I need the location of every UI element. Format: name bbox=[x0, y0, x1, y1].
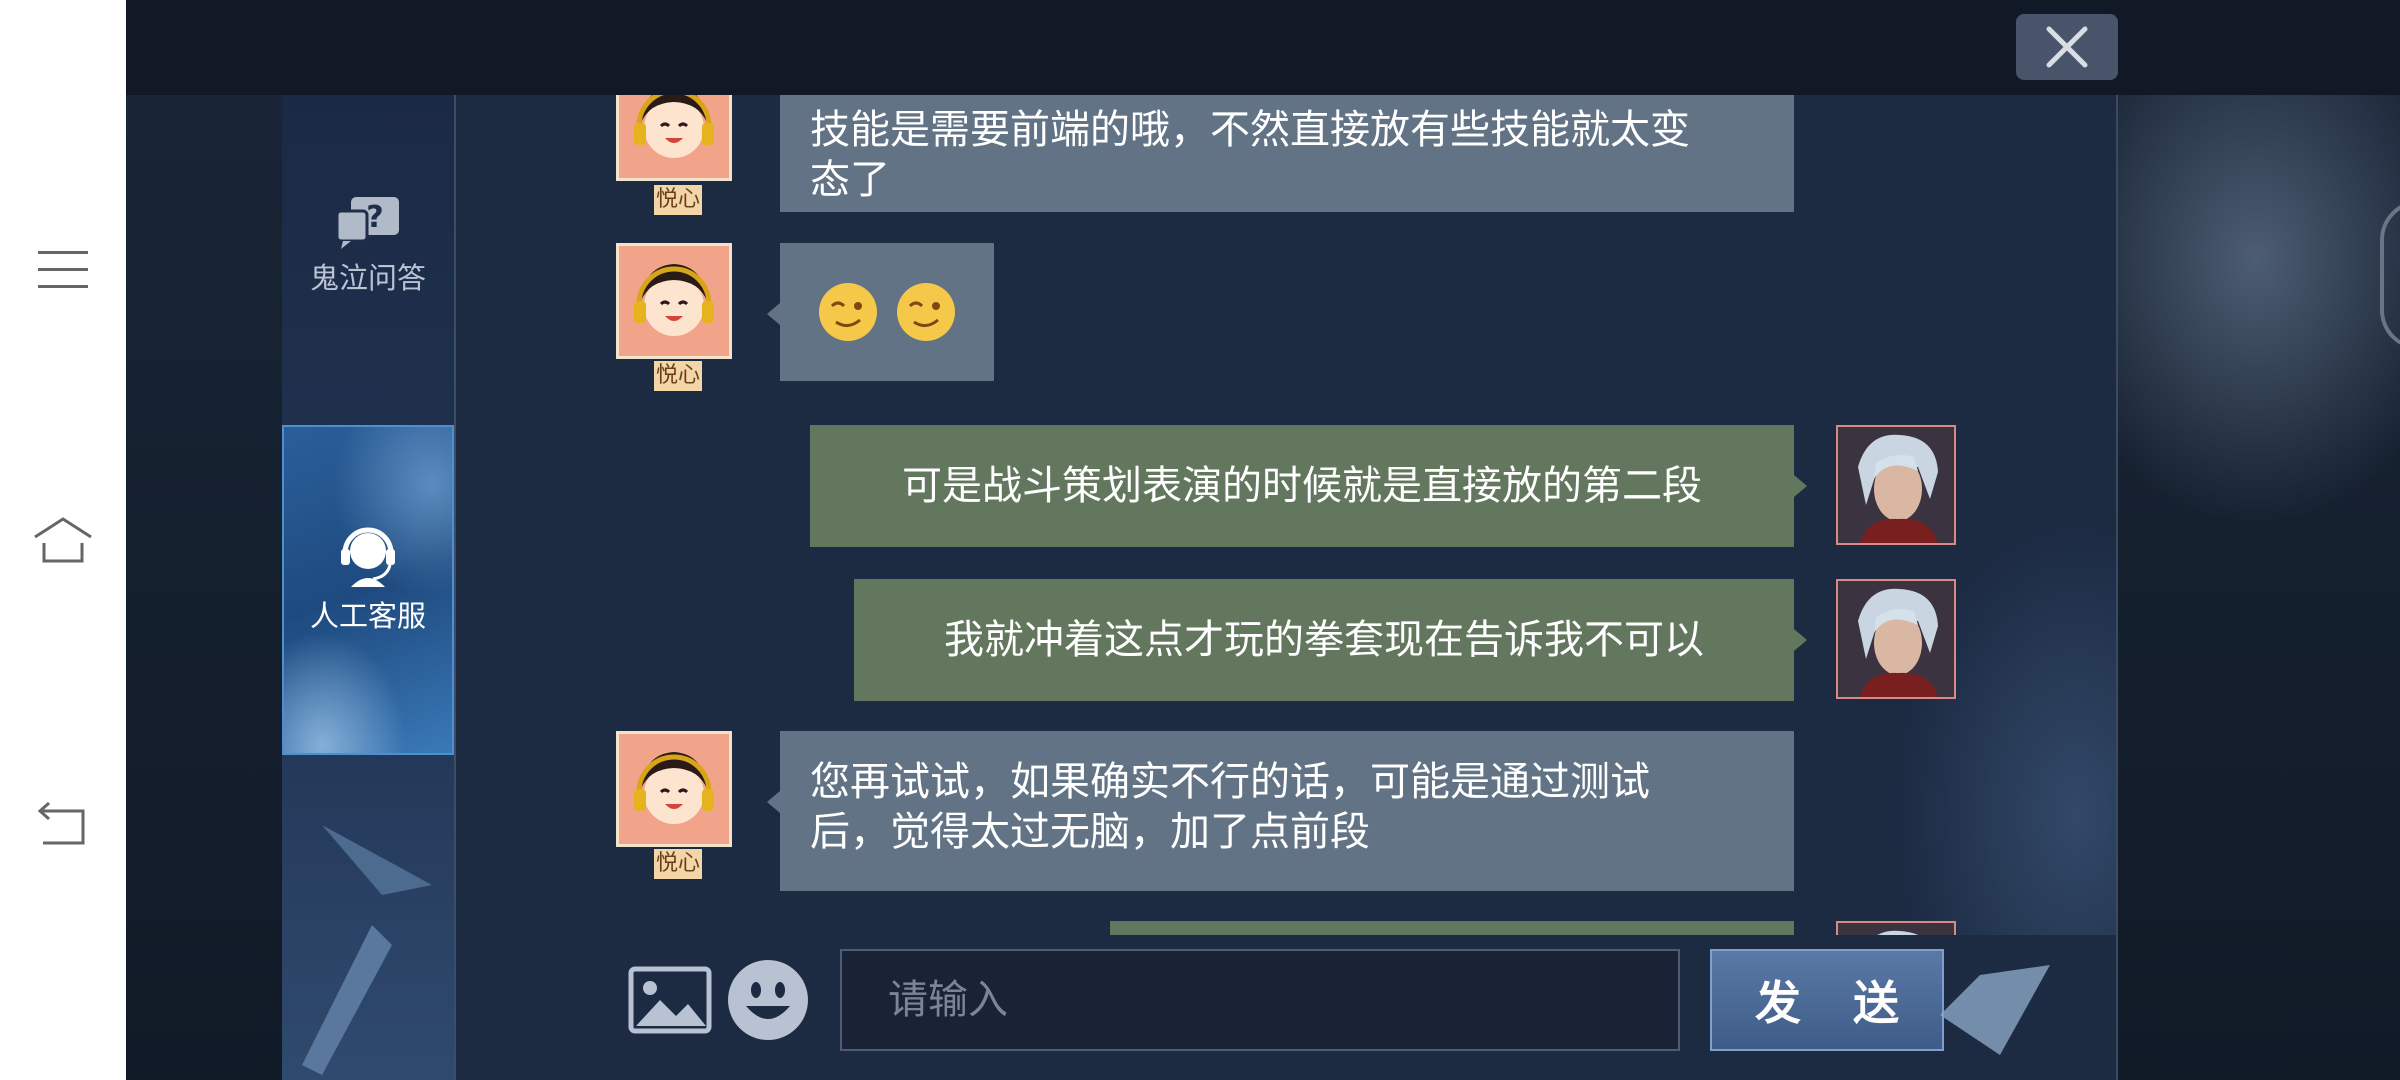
bubble-tail bbox=[767, 791, 780, 813]
system-nav-bar bbox=[0, 0, 126, 1080]
message-line: 您再试试，如果确实不行的话，可能是通过测试 bbox=[810, 759, 1650, 805]
back-icon bbox=[37, 801, 85, 845]
image-icon bbox=[628, 966, 712, 1034]
agent-message-bubble bbox=[780, 243, 994, 381]
bubble-tail bbox=[1794, 629, 1807, 651]
agent-avatar bbox=[616, 243, 732, 359]
close-icon bbox=[2046, 26, 2088, 68]
bubble-tail bbox=[767, 303, 780, 325]
home-icon bbox=[34, 517, 92, 563]
sidebar-item-label: 鬼泣问答 bbox=[309, 261, 426, 295]
user-portrait-icon bbox=[1838, 581, 1954, 697]
user-avatar bbox=[1836, 425, 1956, 545]
user-message-bubble: 我就冲着这点才玩的拳套现在告诉我不可以 bbox=[854, 579, 1794, 701]
bubble-tail bbox=[1794, 475, 1807, 497]
agent-message-bubble: 您再试试，如果确实不行的话，可能是通过测试 后，觉得太过无脑，加了点前段 bbox=[780, 731, 1794, 891]
question-chat-icon: ? bbox=[335, 197, 399, 249]
agent-face-icon bbox=[634, 95, 714, 158]
message-line: 态了 bbox=[810, 157, 890, 203]
agent-name: 悦心 bbox=[654, 849, 702, 879]
emoji-icon bbox=[728, 960, 808, 1040]
svg-text:?: ? bbox=[366, 200, 383, 235]
home-button[interactable] bbox=[0, 495, 126, 585]
wink-emoji-icon bbox=[897, 283, 955, 341]
agent-avatar bbox=[616, 731, 732, 847]
user-portrait-icon bbox=[1838, 427, 1954, 543]
image-button[interactable] bbox=[628, 966, 712, 1034]
menu-button[interactable] bbox=[0, 225, 126, 315]
agent-message-bubble: 技能是需要前端的哦，不然直接放有些技能就太变 态了 bbox=[780, 95, 1794, 212]
message-input[interactable] bbox=[840, 949, 1680, 1051]
sidebar-item-faq[interactable]: ? 鬼泣问答 bbox=[282, 195, 454, 297]
emoji-button[interactable] bbox=[726, 958, 810, 1042]
headset-icon bbox=[341, 527, 395, 587]
crystal-decoration bbox=[302, 925, 392, 1075]
dialog-right-border bbox=[2116, 95, 2118, 1080]
user-portrait-icon bbox=[1838, 923, 1954, 935]
user-message-bubble: 可是战斗策划表演的时候就是直接放的第二段 bbox=[810, 425, 1794, 547]
sidebar-item-live-support[interactable]: 人工客服 bbox=[282, 425, 454, 755]
agent-avatar bbox=[616, 95, 732, 181]
sidebar-item-label: 人工客服 bbox=[309, 599, 426, 633]
back-button[interactable] bbox=[0, 780, 126, 870]
crystal-decoration bbox=[322, 825, 432, 895]
wink-emoji-icon bbox=[819, 283, 877, 341]
agent-face-icon bbox=[634, 752, 714, 824]
menu-icon bbox=[38, 251, 88, 288]
user-message-bubble bbox=[1110, 921, 1794, 935]
user-avatar bbox=[1836, 921, 1956, 935]
send-button[interactable]: 发 送 bbox=[1710, 949, 1944, 1051]
crystal-decoration bbox=[1940, 965, 2050, 1055]
user-avatar bbox=[1836, 579, 1956, 699]
agent-name: 悦心 bbox=[654, 361, 702, 391]
message-line: 后，觉得太过无脑，加了点前段 bbox=[810, 809, 1370, 855]
agent-name: 悦心 bbox=[654, 185, 702, 215]
agent-face-icon bbox=[634, 264, 714, 336]
chat-message-list[interactable]: 悦心 技能是需要前端的哦，不然直接放有些技能就太变 态了 悦心 可是战斗策划表演… bbox=[456, 95, 2116, 935]
support-sidebar: ? 鬼泣问答 人工客服 bbox=[282, 95, 456, 1080]
close-button[interactable] bbox=[2016, 14, 2118, 80]
message-line: 技能是需要前端的哦，不然直接放有些技能就太变 bbox=[810, 107, 1690, 153]
